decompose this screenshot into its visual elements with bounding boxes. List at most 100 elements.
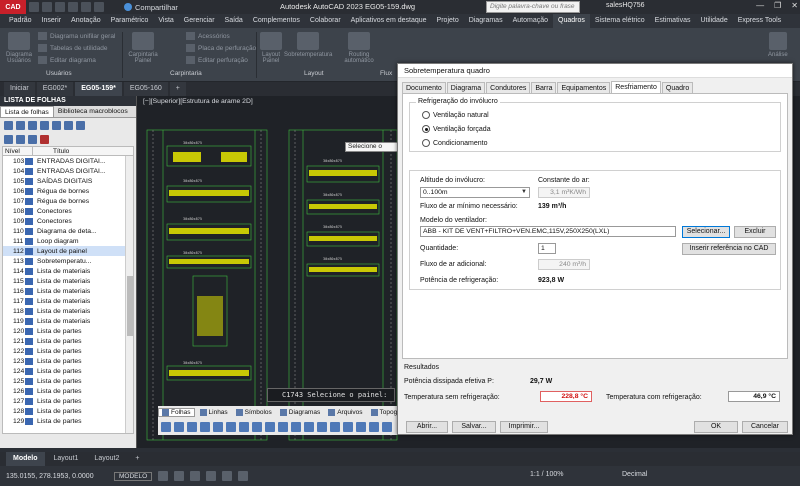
ribbon-tab-parametrico[interactable]: Paramétrico [106,14,154,28]
sheet-row[interactable]: 115 Lista de materiais [3,276,133,286]
units-selector[interactable]: Decimal [622,471,647,478]
maximize-icon[interactable]: ❐ [774,1,781,10]
delete-icon[interactable] [76,120,85,130]
model-space-button[interactable]: MODELO [114,471,153,481]
save-sheet-icon[interactable] [28,120,37,130]
sheet-row[interactable]: 111 Loop diagram [3,236,133,246]
tool-icon[interactable] [317,422,327,432]
sheet-row[interactable]: 105 SAÍDAS DIGITAIS [3,176,133,186]
tool-icon[interactable] [187,422,197,432]
tool-tab-linhas[interactable]: Linhas [197,409,231,416]
layout-tab-modelo[interactable]: Modelo [6,452,45,466]
tool-icon[interactable] [304,422,314,432]
sheet-row[interactable]: 126 Lista de partes [3,386,133,396]
new-icon[interactable] [29,2,39,12]
scrollbar-thumb[interactable] [127,276,133,336]
sheet-row[interactable]: 120 Lista de partes [3,326,133,336]
sheet-row[interactable]: 124 Lista de partes [3,366,133,376]
tool-icon[interactable] [226,422,236,432]
dialog-tab-barra[interactable]: Barra [531,82,557,93]
ribbon-tab-quadros[interactable]: Quadros [553,14,590,28]
ribbon-tab-vista[interactable]: Vista [153,14,178,28]
open-icon[interactable] [42,2,52,12]
dialog-tab-documento[interactable]: Documento [402,82,446,93]
col-level[interactable]: Nível [3,147,33,155]
sheet-row[interactable]: 110 Diagrama de deta... [3,226,133,236]
sheet-row[interactable]: 106 Régua de bornes [3,186,133,196]
dialog-tab-quadro[interactable]: Quadro [661,82,694,93]
minimize-icon[interactable]: — [756,1,764,10]
ribbon-tab-express-tools[interactable]: Express Tools [733,14,786,28]
analysis-button[interactable]: Análise [768,32,788,58]
command-line[interactable]: C1743 Selecione o painel: [267,388,395,402]
ribbon-tab-colaborar[interactable]: Colaborar [305,14,346,28]
ribbon-tab-aplicativos-em-destaque[interactable]: Aplicativos em destaque [346,14,432,28]
radio-natural-ventilation[interactable]: Ventilação natural [422,111,489,119]
sheet-row[interactable]: 108 Conectores [3,206,133,216]
tool-icon[interactable] [239,422,249,432]
tree-icon[interactable] [4,134,13,144]
osnap-icon[interactable] [222,471,233,481]
ribbon-tab-projeto[interactable]: Projeto [432,14,464,28]
open-sheet-icon[interactable] [16,120,25,130]
sheet-row[interactable]: 114 Lista de materiais [3,266,133,276]
tool-icon[interactable] [200,422,210,432]
saveas-icon[interactable] [68,2,78,12]
sheet-row[interactable]: 129 Lista de partes [3,416,133,426]
tool-icon[interactable] [174,422,184,432]
user-account[interactable]: salesHQ756 [606,2,645,9]
sheet-row[interactable]: 125 Lista de partes [3,376,133,386]
ribbon-item-4[interactable]: Acessórios [186,32,230,40]
dialog-tab-diagrama[interactable]: Diagrama [446,82,486,93]
ribbon-tab-padrao[interactable]: Padrão [4,14,37,28]
sheet-row[interactable]: 103 ENTRADAS DIGITAI... [3,156,133,166]
ribbon-tab-diagramas[interactable]: Diagramas [464,14,508,28]
tool-icon[interactable] [343,422,353,432]
properties-icon[interactable] [52,120,61,130]
add-layout-button[interactable]: + [128,452,146,466]
tool-tab-folhas[interactable]: Folhas [158,408,195,417]
coordinates-readout[interactable]: 135.0155, 278.1953, 0.0000 [6,473,106,480]
tool-icon[interactable] [265,422,275,432]
tree-scrollbar[interactable] [125,156,133,433]
print-icon[interactable] [40,134,49,144]
delete-button[interactable]: Excluir [734,226,776,238]
fan-model-field[interactable]: ABB - KIT DE VENT+FILTRO+VEN.EMC,115V,25… [420,226,676,237]
sheet-row[interactable]: 107 Régua de bornes [3,196,133,206]
sort-icon[interactable] [28,134,37,144]
share-button[interactable]: Compartilhar [124,3,178,12]
radio-circle[interactable] [422,111,430,119]
ribbon-tab-gerenciar[interactable]: Gerenciar [179,14,220,28]
ribbon-item-5[interactable]: Placa de perfuração [186,44,256,52]
dialog-tab-resfriamento[interactable]: Resfriamento [611,81,661,93]
ribbon-item-1[interactable]: Diagrama unifilar geral [38,32,115,40]
new-tab-button[interactable]: + [169,82,186,96]
tool-icon[interactable] [369,422,379,432]
air-constant-field[interactable]: 3,1 m³K/Wh [538,187,590,198]
tool-icon[interactable] [278,422,288,432]
save-button[interactable]: Salvar... [452,421,496,433]
radio-forced-ventilation[interactable]: Ventilação forçada [422,125,491,133]
tool-icon[interactable] [213,422,223,432]
undo-icon[interactable] [81,2,91,12]
doc-tab-eg05-160[interactable]: EG05-160 [123,82,168,96]
sheet-row[interactable]: 109 Conectores [3,216,133,226]
overtemp-button[interactable]: Sobretemperatura [284,32,332,58]
routing-button[interactable]: Routing automático [342,32,376,64]
dialog-tab-condutores[interactable]: Condutores [486,82,531,93]
annotation-scale[interactable]: 1:1 / 100% [530,471,563,478]
extra-flow-field[interactable]: 240 m³/h [538,259,590,270]
tool-icon[interactable] [252,422,262,432]
doc-tab-iniciar[interactable]: Iniciar [4,82,35,96]
layout-tab-layout1[interactable]: Layout1 [47,452,86,466]
tab-sheet-list[interactable]: Lista de folhas [0,106,54,117]
doc-tab-eg05-159[interactable]: EG05-159* [75,82,122,96]
radio-circle[interactable] [422,139,430,147]
tool-icon[interactable] [161,422,171,432]
snap-icon[interactable] [174,471,185,481]
redo-icon[interactable] [94,2,104,12]
sheet-row[interactable]: 128 Lista de partes [3,406,133,416]
ribbon-tab-sistema-eletrico[interactable]: Sistema elétrico [590,14,650,28]
sheet-row[interactable]: 123 Lista de partes [3,356,133,366]
tool-icon[interactable] [330,422,340,432]
